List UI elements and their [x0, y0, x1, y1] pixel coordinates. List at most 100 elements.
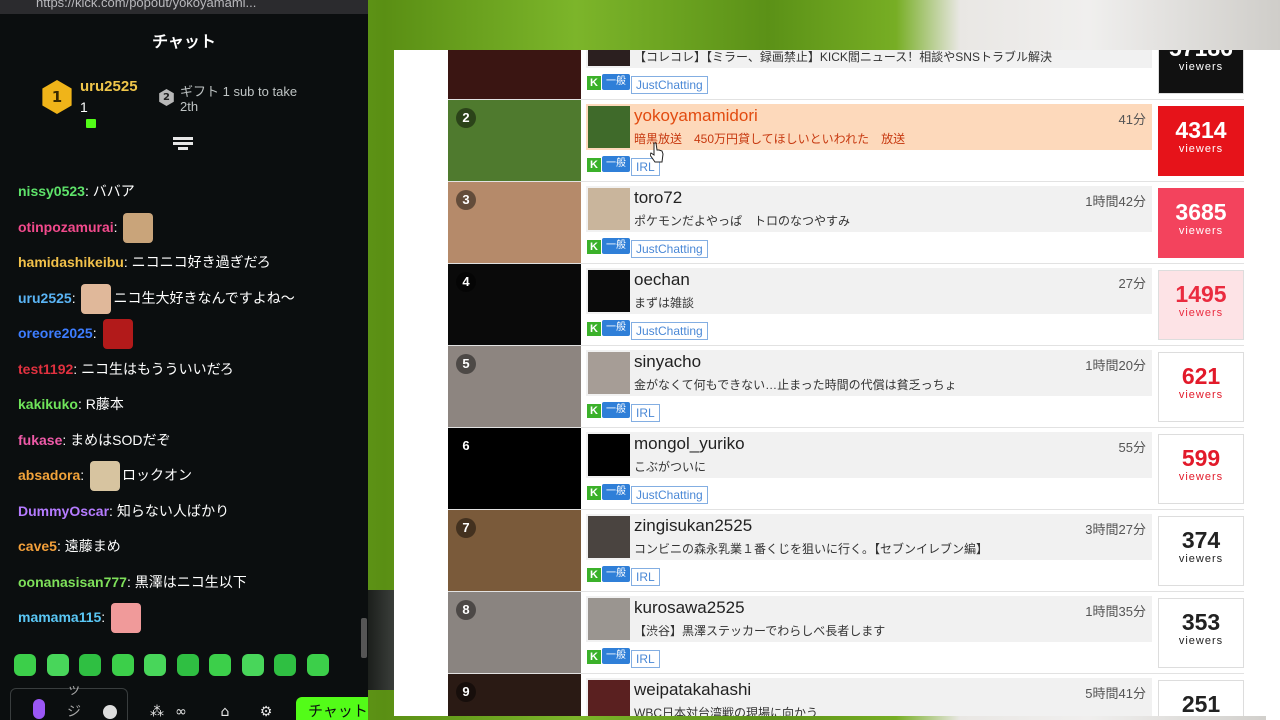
- chat-username[interactable]: cave5: [18, 538, 57, 554]
- chat-input-box[interactable]: ッ ジ: [10, 682, 128, 720]
- settings-gear-icon[interactable]: ⚙: [257, 704, 275, 720]
- viewer-count: 599: [1181, 445, 1221, 471]
- link-icon[interactable]: ∞: [172, 704, 190, 720]
- stream-info[interactable]: 【コレコレ】【ミラー、録画禁止】KICK閻ニュース！相談やSNSトラブル解決: [586, 50, 1152, 68]
- category-tag[interactable]: IRL: [631, 404, 660, 422]
- stream-info[interactable]: mongol_yuriko こぶがついに 55分: [586, 432, 1152, 478]
- ranking-row[interactable]: 9 weipatakahashi WBC日本対台湾戦の現場に向かう 5時間41分…: [448, 674, 1244, 716]
- ranking-row[interactable]: 3 toro72 ポケモンだよやっぱ トロのなつやすみ 1時間42分 K 一般 …: [448, 182, 1244, 264]
- streamer-avatar[interactable]: [588, 188, 630, 230]
- streamer-name[interactable]: oechan: [634, 270, 690, 290]
- ranking-row[interactable]: 8 kurosawa2525 【渋谷】黒澤ステッカーでわらしべ長者します 1時間…: [448, 592, 1244, 674]
- ranking-row[interactable]: 7 zingisukan2525 コンビニの森永乳業１番くじを狙いに行く。【セブ…: [448, 510, 1244, 592]
- quick-emote-icon[interactable]: [241, 654, 264, 676]
- category-tag[interactable]: JustChatting: [631, 486, 708, 504]
- category-tag[interactable]: JustChatting: [631, 322, 708, 340]
- browser-url-bar[interactable]: https://kick.com/popout/yokoyamami... ⌃: [0, 0, 368, 14]
- streamer-avatar[interactable]: [588, 680, 630, 716]
- viewer-count: 57186: [1159, 50, 1243, 61]
- quick-emote-icon[interactable]: [306, 654, 329, 676]
- chat-username[interactable]: nissy0523: [18, 183, 85, 199]
- send-chat-button[interactable]: チャット: [296, 697, 368, 720]
- viewer-count-box: 599 viewers: [1158, 434, 1244, 504]
- stream-info[interactable]: sinyacho 金がなくて何もできない…止まった時間の代償は貧乏っちょ 1時間…: [586, 350, 1152, 396]
- quick-emote-icon[interactable]: [144, 654, 166, 676]
- category-tag[interactable]: IRL: [631, 568, 660, 586]
- ranking-row[interactable]: 2 yokoyamamidori 暗黒放送 450万円貸してほしいといわれた 放…: [448, 100, 1244, 182]
- streamer-avatar[interactable]: [588, 50, 630, 66]
- chat-username[interactable]: absadora: [18, 467, 80, 483]
- stream-thumbnail[interactable]: 9: [448, 674, 581, 716]
- stream-thumbnail[interactable]: 6: [448, 428, 581, 509]
- chat-username[interactable]: test1192: [18, 361, 73, 377]
- chat-emote-icon: [90, 461, 121, 492]
- store-icon[interactable]: ⌂: [216, 704, 234, 720]
- streamer-name[interactable]: weipatakahashi: [634, 680, 751, 700]
- streamer-avatar[interactable]: [588, 352, 630, 394]
- emoji-picker-icon[interactable]: [103, 705, 117, 719]
- stream-thumbnail[interactable]: [448, 50, 581, 99]
- chat-username[interactable]: fukase: [18, 432, 62, 448]
- chat-username[interactable]: DummyOscar: [18, 503, 109, 519]
- quick-emote-icon[interactable]: [79, 654, 101, 676]
- chat-username[interactable]: mamama115: [18, 609, 101, 625]
- quick-emote-icon[interactable]: [14, 654, 36, 676]
- chat-username[interactable]: kakikuko: [18, 396, 78, 412]
- streamer-name[interactable]: toro72: [634, 188, 682, 208]
- chat-username[interactable]: oreore2025: [18, 325, 93, 341]
- chat-input-field[interactable]: ッ ジ: [67, 679, 89, 720]
- streamer-name[interactable]: mongol_yuriko: [634, 434, 745, 454]
- ranking-row[interactable]: 6 mongol_yuriko こぶがついに 55分 K 一般 JustChat…: [448, 428, 1244, 510]
- stream-info[interactable]: yokoyamamidori 暗黒放送 450万円貸してほしいといわれた 放送 …: [586, 104, 1152, 150]
- quick-emote-icon[interactable]: [176, 654, 199, 676]
- streamer-avatar[interactable]: [588, 598, 630, 640]
- chat-username[interactable]: uru2525: [18, 290, 72, 306]
- quick-emote-icon[interactable]: [209, 654, 231, 676]
- streamer-avatar[interactable]: [588, 270, 630, 312]
- stream-info[interactable]: zingisukan2525 コンビニの森永乳業１番くじを狙いに行く。【セブンイ…: [586, 514, 1152, 560]
- stream-info[interactable]: weipatakahashi WBC日本対台湾戦の現場に向かう 5時間41分: [586, 678, 1152, 716]
- chat-message: absadora: ロックオン: [18, 460, 192, 492]
- viewer-count-box: 57186 viewers: [1158, 50, 1244, 94]
- ranking-row[interactable]: 【コレコレ】【ミラー、録画禁止】KICK閻ニュース！相談やSNSトラブル解決 K…: [448, 50, 1244, 100]
- stream-info[interactable]: oechan まずは雑談 27分: [586, 268, 1152, 314]
- stream-duration: 27分: [1118, 276, 1146, 291]
- stream-thumbnail[interactable]: 2: [448, 100, 581, 181]
- streamer-avatar[interactable]: [588, 516, 630, 558]
- general-tag: 一般: [602, 156, 630, 172]
- streamer-name[interactable]: kurosawa2525: [634, 598, 745, 618]
- chat-message: hamidashikeibu: ニコニコ好き過ぎだろ: [18, 247, 271, 277]
- ranking-row[interactable]: 5 sinyacho 金がなくて何もできない…止まった時間の代償は貧乏っちょ 1…: [448, 346, 1244, 428]
- quick-emote-icon[interactable]: [111, 654, 134, 676]
- browser-menu-icon[interactable]: ⌃: [343, 0, 354, 7]
- chat-username[interactable]: hamidashikeibu: [18, 254, 124, 270]
- ranking-row[interactable]: 4 oechan まずは雑談 27分 K 一般 JustChatting 149…: [448, 264, 1244, 346]
- chat-message: nissy0523: ババア: [18, 176, 135, 206]
- chat-separator: :: [126, 573, 135, 590]
- quick-emote-icon[interactable]: [46, 654, 69, 676]
- community-icon[interactable]: ⁂: [148, 704, 166, 720]
- stream-thumbnail[interactable]: 3: [448, 182, 581, 263]
- chat-scroll-thumb[interactable]: [361, 618, 367, 658]
- streamer-name[interactable]: zingisukan2525: [634, 516, 752, 536]
- streamer-name[interactable]: yokoyamamidori: [634, 106, 758, 126]
- viewer-label: viewers: [1178, 143, 1224, 155]
- chat-username[interactable]: oonanasisan777: [18, 574, 127, 590]
- stream-info[interactable]: toro72 ポケモンだよやっぱ トロのなつやすみ 1時間42分: [586, 186, 1152, 232]
- category-tag[interactable]: JustChatting: [631, 76, 708, 94]
- category-tag[interactable]: IRL: [631, 650, 660, 668]
- stream-info[interactable]: kurosawa2525 【渋谷】黒澤ステッカーでわらしべ長者します 1時間35…: [586, 596, 1152, 642]
- category-tag[interactable]: JustChatting: [631, 240, 708, 258]
- streamer-avatar[interactable]: [588, 434, 630, 476]
- microphone-icon[interactable]: [33, 699, 45, 719]
- chat-message: fukase: まめはSODだぞ: [18, 425, 170, 455]
- stream-thumbnail[interactable]: 7: [448, 510, 581, 591]
- streamer-avatar[interactable]: [588, 106, 630, 148]
- quick-emote-icon[interactable]: [274, 654, 296, 676]
- stream-thumbnail[interactable]: 4: [448, 264, 581, 345]
- stream-thumbnail[interactable]: 8: [448, 592, 581, 673]
- chat-scrollbar[interactable]: [361, 148, 367, 668]
- stream-thumbnail[interactable]: 5: [448, 346, 581, 427]
- chat-username[interactable]: otinpozamurai: [18, 219, 114, 235]
- streamer-name[interactable]: sinyacho: [634, 352, 701, 372]
